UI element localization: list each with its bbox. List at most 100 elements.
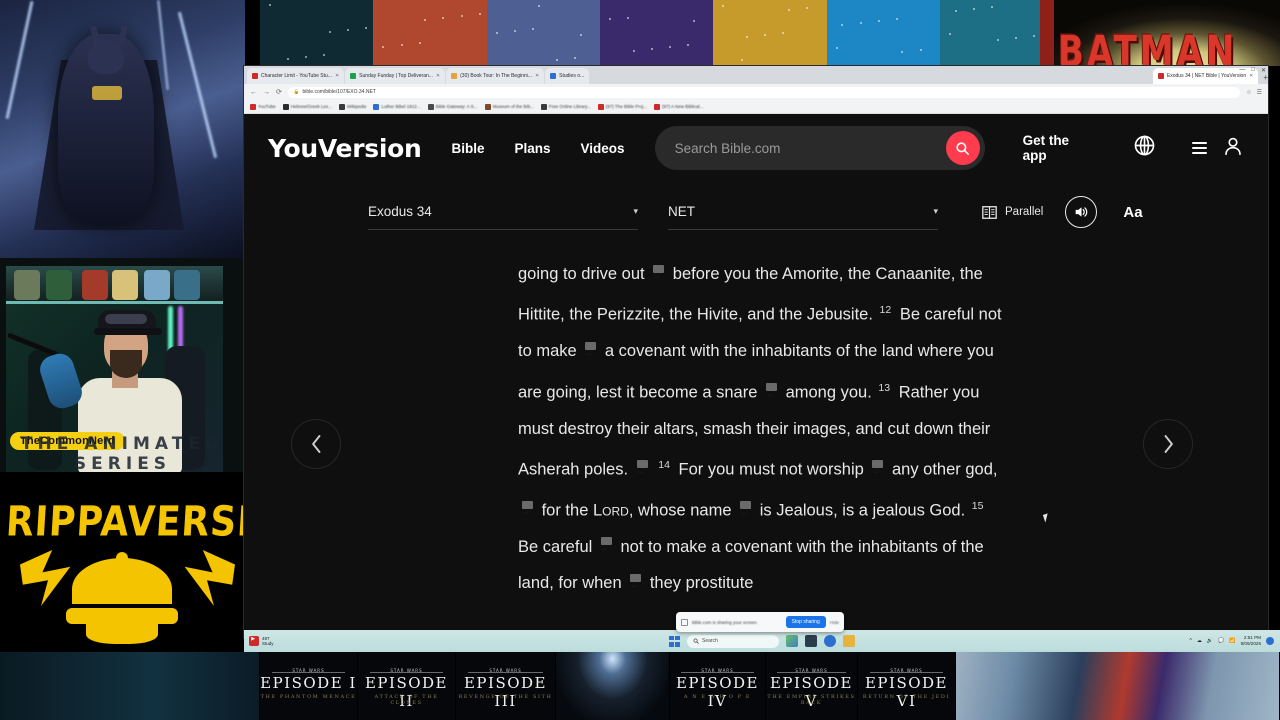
passage-segment: for the xyxy=(541,501,589,520)
tab-title: Sunday Funday | Top Deliveran... xyxy=(359,73,433,79)
bookmark-label: Free Online Library... xyxy=(548,104,591,109)
footnote-marker[interactable] xyxy=(636,455,648,491)
close-window-button[interactable]: ✕ xyxy=(1261,67,1266,74)
address-bar[interactable]: 🔒 bible.com/bible/107/EXO.34.NET xyxy=(287,86,1241,98)
windows-taskbar: 497 Study Search ^ ☁ 🔊 💬 📶 xyxy=(244,630,1280,652)
sw-art-panel xyxy=(0,652,260,720)
omnibox-actions: ☆ ☰ xyxy=(1246,89,1262,96)
sw-title: EPISODE VI xyxy=(864,674,949,710)
footnote-marker[interactable] xyxy=(872,455,884,491)
sparkle xyxy=(919,48,922,51)
footnote-marker[interactable] xyxy=(630,569,642,605)
webcam-overlay: TheCommonNerd THE ANIMATED SERIES xyxy=(0,258,245,472)
tray-chat-icon[interactable]: 💬 xyxy=(1218,638,1224,644)
forward-icon[interactable]: → xyxy=(263,89,270,96)
bookmark-item[interactable]: Bible Gateway: A S... xyxy=(427,103,478,110)
globe-icon[interactable] xyxy=(1133,134,1156,162)
taskbar-app-icon[interactable] xyxy=(824,635,836,647)
new-tab-button[interactable]: + xyxy=(1263,73,1268,82)
reading-pane: going to drive out before you the Amorit… xyxy=(244,242,1268,638)
nav-plans[interactable]: Plans xyxy=(515,141,551,156)
maximize-button[interactable]: □ xyxy=(1251,67,1255,74)
shelf-item xyxy=(14,270,40,300)
site-header: YouVersion Bible Plans Videos Get the ap… xyxy=(244,114,1268,182)
back-icon[interactable]: ← xyxy=(250,89,257,96)
windows-start-icon[interactable] xyxy=(669,635,680,647)
tray-expand-icon[interactable]: ^ xyxy=(1190,638,1192,644)
sparkle xyxy=(365,27,368,30)
minimize-button[interactable]: — xyxy=(1239,67,1245,74)
bookmark-item[interactable]: Wikipedia xyxy=(338,103,367,110)
taskbar-app-icon[interactable] xyxy=(843,635,855,647)
sparkle xyxy=(382,46,385,49)
taskbar-app-icon[interactable] xyxy=(805,635,817,647)
sparkle xyxy=(269,3,272,6)
search-bar[interactable] xyxy=(654,126,985,170)
bookmark-item[interactable]: Luther Bibel 1912... xyxy=(373,103,421,110)
chrome-menu-icon[interactable]: ☰ xyxy=(1257,89,1262,96)
taskbar-app-icon[interactable] xyxy=(786,635,798,647)
footnote-marker[interactable] xyxy=(522,496,533,532)
bookmark-item[interactable]: (97) The Bible Proj... xyxy=(597,103,647,110)
bookmark-item[interactable]: YouTube xyxy=(250,103,276,110)
tab-close-icon[interactable]: ✕ xyxy=(436,73,440,79)
tab-favicon xyxy=(550,73,557,79)
version-selector[interactable]: NET ▾ xyxy=(668,194,938,230)
taskbar-clock[interactable]: 2:51 PM 9/09/2025 xyxy=(1241,635,1261,647)
book-chapter-selector[interactable]: Exodus 34 ▾ xyxy=(368,194,638,230)
tab-close-icon[interactable]: ✕ xyxy=(535,73,539,79)
sparkle xyxy=(609,18,612,21)
account-icon[interactable] xyxy=(1222,135,1244,162)
footnote-marker[interactable] xyxy=(585,337,597,373)
hide-share-bar-button[interactable]: Hide xyxy=(830,620,839,625)
taskbar-search-box[interactable]: Search xyxy=(687,634,779,648)
footnote-marker[interactable] xyxy=(600,532,612,569)
search-input[interactable] xyxy=(674,140,946,156)
tray-network-icon[interactable]: 📶 xyxy=(1229,638,1235,644)
previous-chapter-button[interactable] xyxy=(291,419,341,469)
bookmark-star-icon[interactable]: ☆ xyxy=(1246,89,1251,96)
taskbar-app-preview[interactable]: 497 Study xyxy=(244,636,474,647)
bookmark-item[interactable]: (97) A New Biblical... xyxy=(653,103,703,110)
nav-videos[interactable]: Videos xyxy=(581,141,625,156)
browser-tab[interactable]: Character Limit - YouTube Stu... ✕ xyxy=(247,68,345,84)
hamburger-line xyxy=(1192,142,1207,144)
reload-icon[interactable]: ⟳ xyxy=(276,88,282,96)
next-chapter-button[interactable] xyxy=(1143,419,1193,469)
browser-tab[interactable]: Studies o... xyxy=(545,68,590,84)
bible-passage-text: going to drive out before you the Amorit… xyxy=(518,256,1008,606)
get-the-app-button[interactable]: Get the app xyxy=(1023,133,1095,163)
bookmark-item[interactable]: Museum of the Bib... xyxy=(484,103,534,110)
text-settings-button[interactable]: Aa xyxy=(1123,204,1142,221)
notification-badge[interactable] xyxy=(1266,637,1274,645)
hat-brim xyxy=(94,328,162,335)
bookmark-favicon xyxy=(282,103,289,110)
hamburger-icon[interactable] xyxy=(1192,142,1207,154)
parallel-button[interactable]: Parallel xyxy=(982,205,1043,219)
sparkle xyxy=(323,54,326,57)
share-screen-icon xyxy=(681,618,688,626)
nav-bible[interactable]: Bible xyxy=(451,141,484,156)
sparkle xyxy=(537,5,540,8)
bookmark-label: Wikipedia xyxy=(346,104,367,109)
search-button[interactable] xyxy=(945,131,980,165)
tab-close-icon[interactable]: ✕ xyxy=(335,73,339,79)
bookmark-favicon xyxy=(250,103,256,110)
audio-play-button[interactable] xyxy=(1065,196,1098,228)
footnote-marker[interactable] xyxy=(740,496,752,532)
verse-number: 14 xyxy=(658,459,670,472)
youversion-logo[interactable]: YouVersion xyxy=(268,134,422,163)
browser-tab[interactable]: Sunday Funday | Top Deliveran... ✕ xyxy=(345,68,446,84)
sw-rule xyxy=(369,672,444,673)
tray-cloud-icon[interactable]: ☁ xyxy=(1197,638,1202,644)
parallel-columns-icon xyxy=(982,205,997,219)
footnote-marker[interactable] xyxy=(765,378,777,414)
bookmark-item[interactable]: Hebrew/Greek Lex... xyxy=(282,103,332,110)
sparkle xyxy=(949,33,952,35)
browser-tab[interactable]: (30) Book Tour: In The Beginni... ✕ xyxy=(446,68,545,84)
stop-sharing-button[interactable]: Stop sharing xyxy=(785,616,826,628)
footnote-marker[interactable] xyxy=(653,260,665,296)
bookmark-item[interactable]: Free Online Library... xyxy=(540,103,591,110)
tray-volume-icon[interactable]: 🔊 xyxy=(1207,638,1213,644)
chevron-down-icon: ▾ xyxy=(933,206,938,216)
